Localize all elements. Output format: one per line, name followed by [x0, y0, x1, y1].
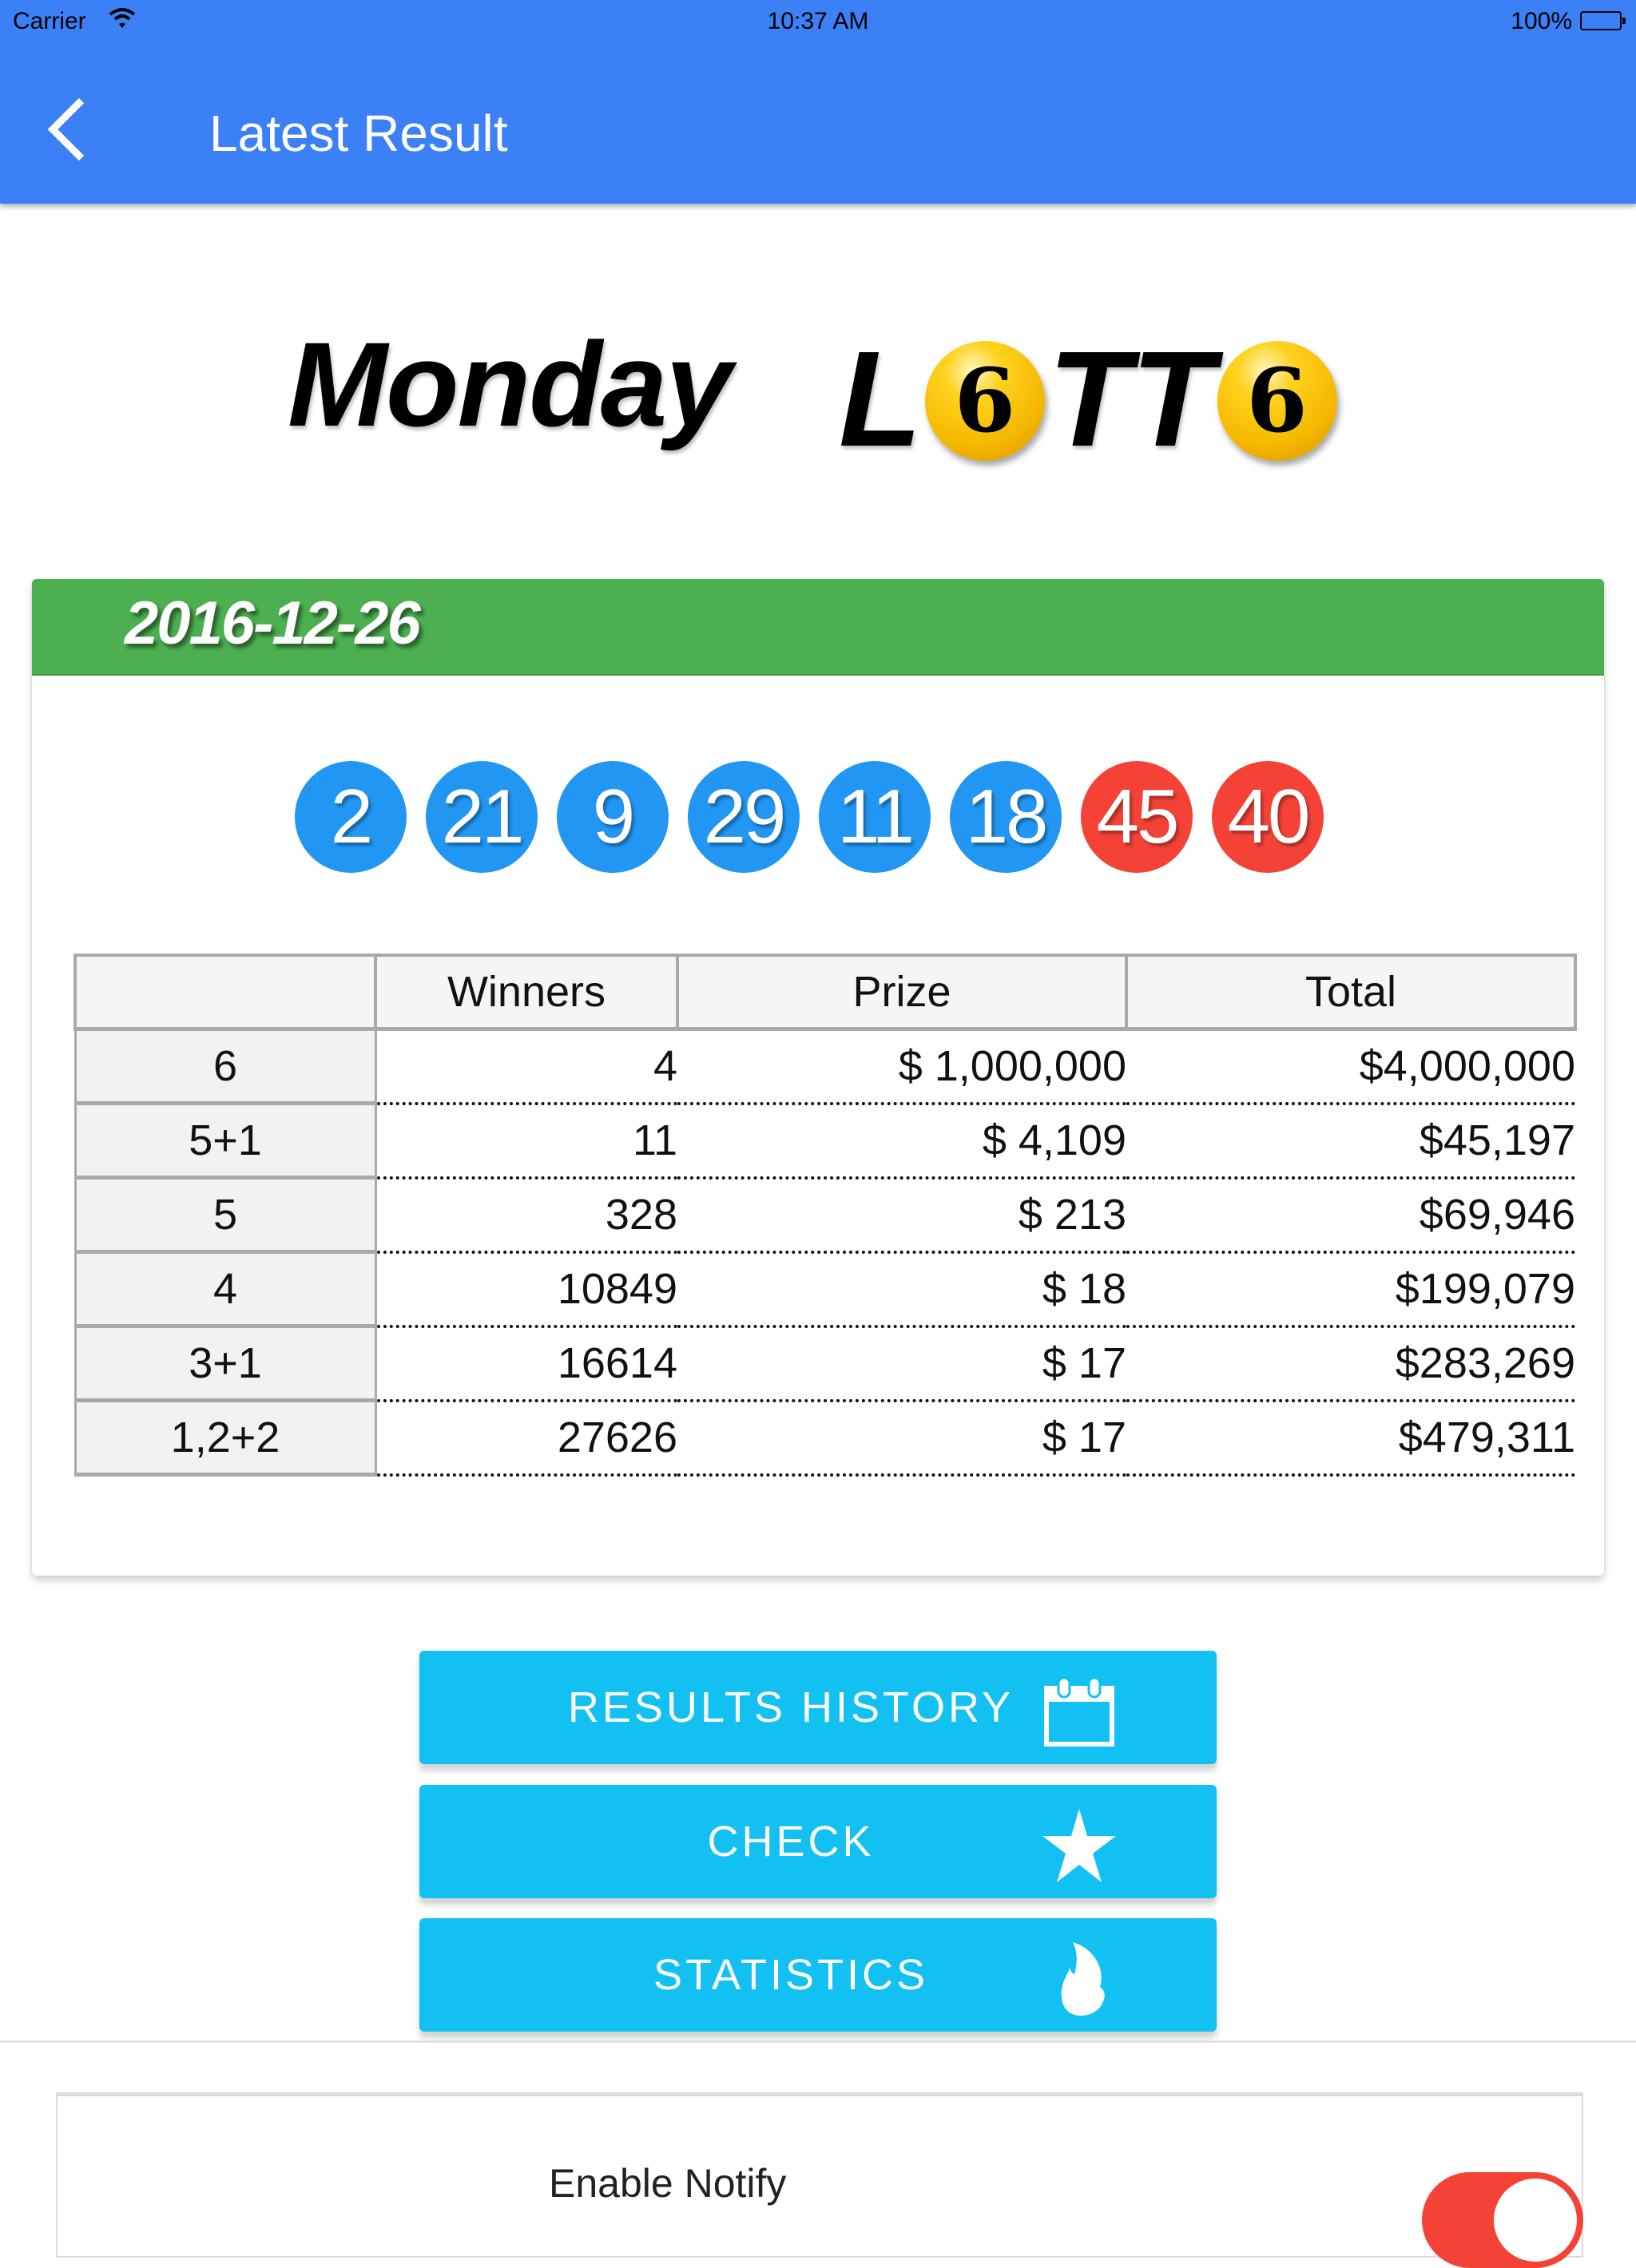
total-cell: $283,269 [1126, 1326, 1575, 1402]
table-row: 3+1 16614 $ 17 $283,269 [73, 1326, 1575, 1402]
table-row: 1,2+2 27626 $ 17 $479,311 [73, 1400, 1575, 1477]
logo-ball-icon: 6 [924, 341, 1045, 461]
table-row: 6 4 $ 1,000,000 $4,000,000 [73, 1029, 1575, 1105]
monday-lotto-logo: Monday L 6 T T 6 [280, 315, 1358, 467]
navigation-bar: Latest Result [0, 48, 1636, 204]
star-icon [1042, 1809, 1116, 1882]
notify-row: Enable Notify [56, 2092, 1583, 2268]
calendar-icon [1042, 1675, 1116, 1748]
total-cell: $45,197 [1126, 1103, 1575, 1180]
flame-icon [1042, 1942, 1116, 2016]
winning-numbers: 2 21 9 29 11 18 45 40 [295, 761, 1324, 873]
table-row: 5+1 11 $ 4,109 $45,197 [73, 1103, 1575, 1180]
number-ball: 18 [950, 761, 1062, 873]
column-header-division [73, 954, 376, 1031]
number-ball: 2 [295, 761, 407, 873]
total-cell: $4,000,000 [1126, 1029, 1575, 1105]
winners-cell: 4 [375, 1029, 677, 1105]
toggle-knob [1494, 2179, 1577, 2262]
battery-percentage: 100% [1511, 8, 1572, 34]
table-header-row: Winners Prize Total [73, 954, 1577, 1031]
total-cell: $69,946 [1126, 1177, 1575, 1254]
column-header-total: Total [1125, 954, 1577, 1031]
column-header-winners: Winners [374, 954, 679, 1031]
winners-cell: 328 [375, 1177, 677, 1254]
chevron-left-icon [47, 97, 85, 161]
enable-notify-toggle[interactable] [1422, 2172, 1583, 2268]
logo-letter: T [1130, 323, 1214, 475]
total-cell: $199,079 [1126, 1251, 1575, 1328]
winners-cell: 16614 [375, 1326, 677, 1402]
division-cell: 1,2+2 [73, 1400, 377, 1477]
prize-cell: $ 1,000,000 [677, 1029, 1126, 1105]
back-button[interactable] [43, 97, 91, 161]
draw-date: 2016-12-26 [125, 589, 421, 657]
logo-letter: T [1047, 323, 1131, 475]
prize-cell: $ 18 [677, 1251, 1126, 1328]
total-cell: $479,311 [1126, 1400, 1575, 1477]
result-card: 2016-12-26 2 21 9 29 11 18 45 40 Winners… [32, 579, 1604, 1576]
prize-cell: $ 17 [677, 1400, 1126, 1477]
notify-panel: Enable Notify [0, 2040, 1636, 2268]
winners-cell: 10849 [375, 1251, 677, 1328]
number-ball: 21 [426, 761, 538, 873]
logo-letter: L [839, 323, 922, 475]
clock: 10:37 AM [767, 8, 869, 34]
division-cell: 6 [73, 1029, 377, 1105]
results-history-button[interactable]: RESULTS HISTORY [419, 1651, 1217, 1764]
page-title: Latest Result [209, 105, 508, 162]
logo-day-text: Monday [288, 317, 733, 451]
bonus-ball: 45 [1081, 761, 1193, 873]
division-cell: 5 [73, 1177, 377, 1254]
number-ball: 9 [557, 761, 669, 873]
enable-notify-label: Enable Notify [549, 2161, 787, 2206]
number-ball: 29 [688, 761, 800, 873]
table-row: 4 10849 $ 18 $199,079 [73, 1251, 1575, 1328]
division-cell: 3+1 [73, 1326, 377, 1402]
check-button[interactable]: CHECK [419, 1785, 1217, 1898]
result-card-header: 2016-12-26 [32, 579, 1604, 676]
prize-table: Winners Prize Total 6 4 $ 1,000,000 $4,0… [73, 954, 1577, 1477]
bonus-ball: 40 [1212, 761, 1324, 873]
number-ball: 11 [819, 761, 931, 873]
winners-cell: 11 [375, 1103, 677, 1180]
status-bar: Carrier 10:37 AM 100% [0, 0, 1636, 48]
prize-cell: $ 17 [677, 1326, 1126, 1402]
division-cell: 4 [73, 1251, 377, 1328]
winners-cell: 27626 [375, 1400, 677, 1477]
table-row: 5 328 $ 213 $69,946 [73, 1177, 1575, 1254]
logo-ball-icon: 6 [1217, 341, 1337, 461]
battery-icon [1580, 11, 1626, 30]
prize-cell: $ 213 [677, 1177, 1126, 1254]
logo-lotto-text: L 6 T T 6 [839, 315, 1340, 467]
column-header-prize: Prize [676, 954, 1128, 1031]
statistics-button[interactable]: STATISTICS [419, 1918, 1217, 2032]
prize-cell: $ 4,109 [677, 1103, 1126, 1180]
division-cell: 5+1 [73, 1103, 377, 1180]
